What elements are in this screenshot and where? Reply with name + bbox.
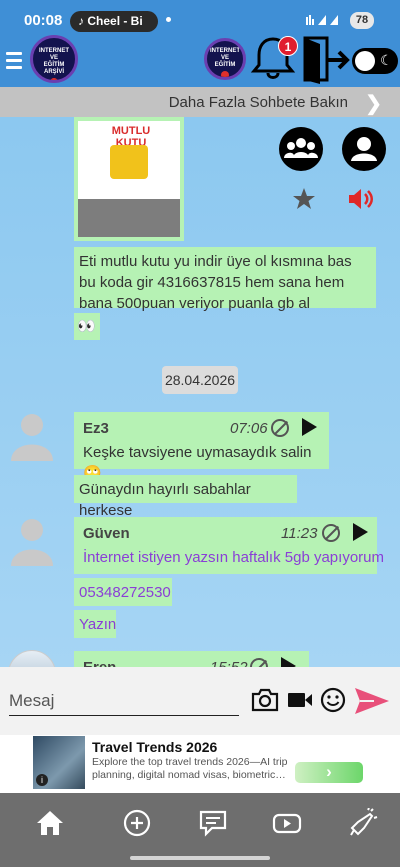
chat-message[interactable]: 👀 <box>74 313 100 340</box>
play-icon[interactable] <box>302 418 317 436</box>
sender-name[interactable]: Güven <box>83 523 130 544</box>
speaker-icon[interactable] <box>347 186 375 212</box>
add-icon[interactable] <box>122 808 152 838</box>
send-icon[interactable] <box>354 686 390 716</box>
message-time: 11:23 <box>281 525 318 542</box>
video-icon[interactable] <box>287 691 313 709</box>
product-box-image <box>110 145 148 179</box>
chat-message[interactable]: Yazın <box>74 610 116 638</box>
profile-button[interactable] <box>342 127 386 171</box>
logout-icon[interactable] <box>302 34 352 86</box>
group-members-button[interactable] <box>279 127 323 171</box>
logo-line-3: EĞİTİM <box>43 62 65 68</box>
signal-icons <box>305 13 347 30</box>
chat-message[interactable]: Eren 15:52 <box>74 651 309 667</box>
home-indicator[interactable] <box>130 856 270 860</box>
ad-description: Explore the top travel trends 2026—AI tr… <box>92 756 288 781</box>
ad-open-button[interactable]: › <box>295 762 363 783</box>
message-text: Eti mutlu kutu yu indir üye ol kısmına b… <box>79 253 352 312</box>
logo-line-2: VE <box>220 55 229 61</box>
chat-icon[interactable] <box>198 808 228 838</box>
message-text: İnternet istiyen yazsın haftalık 5gb yap… <box>83 549 384 566</box>
avatar-icon[interactable] <box>9 516 55 566</box>
more-chats-bar[interactable]: Daha Fazla Sohbete Bakın ❯ <box>0 87 400 117</box>
home-icon[interactable] <box>35 808 65 838</box>
dark-mode-toggle[interactable]: ☾ <box>352 48 398 74</box>
notification-dot-icon <box>166 17 171 22</box>
block-icon[interactable] <box>271 419 289 437</box>
profile-logo[interactable]: INTERNET VE EĞİTİM <box>204 38 246 80</box>
ad-title[interactable]: Travel Trends 2026 <box>92 739 217 755</box>
logo-line-2: VE <box>49 55 58 61</box>
youtube-icon[interactable] <box>272 808 302 838</box>
message-time: 15:52 <box>210 657 248 667</box>
status-app-pill[interactable]: ♪ Cheel - Bi <box>70 11 158 32</box>
wifi-signal-icon <box>306 15 338 25</box>
chat-message[interactable]: Ez3 07:06 Keşke tavsiyene uymasaydık sal… <box>74 412 329 482</box>
chat-message[interactable]: Güven 11:23 İnternet istiyen yazsın haft… <box>74 517 384 574</box>
menu-icon[interactable] <box>6 52 22 70</box>
battery-indicator: 78 <box>350 12 374 29</box>
youtube-mark-icon <box>50 78 58 80</box>
chevron-right-icon: ❯ <box>365 93 382 115</box>
youtube-mark-icon <box>221 71 229 77</box>
user-icon <box>351 137 377 161</box>
block-icon[interactable] <box>322 524 340 542</box>
avatar-photo[interactable] <box>8 650 56 667</box>
bottom-nav <box>0 793 400 867</box>
image-attachment[interactable]: MUTLU KUTU <box>78 121 180 199</box>
ad-banner[interactable]: i Travel Trends 2026 Explore the top tra… <box>0 735 400 793</box>
logo-line-1: INTERNET <box>39 48 69 54</box>
block-icon[interactable] <box>250 658 268 667</box>
chat-message[interactable]: Günaydın hayırlı sabahlar herkese <box>74 475 297 519</box>
sender-name[interactable]: Ez3 <box>83 418 109 439</box>
message-input[interactable] <box>9 686 239 716</box>
date-separator: 28.04.2026 <box>162 366 238 394</box>
chat-message[interactable]: 05348272530 <box>74 578 172 606</box>
message-input-bar <box>0 667 400 735</box>
message-text: Günaydın hayırlı sabahlar herkese <box>79 481 251 519</box>
play-icon[interactable] <box>281 657 296 667</box>
camera-icon[interactable] <box>251 688 279 712</box>
logo-line-1: INTERNET <box>210 48 240 54</box>
message-time: 07:06 <box>230 420 268 437</box>
logo-line-4: ARŞİVİ <box>43 69 64 75</box>
notification-badge: 1 <box>278 36 298 56</box>
star-icon[interactable] <box>292 187 316 211</box>
message-text: 05348272530 <box>79 584 171 601</box>
chat-message[interactable]: Eti mutlu kutu yu indir üye ol kısmına b… <box>74 247 376 312</box>
toggle-knob <box>355 51 375 71</box>
image-caption-line-1: MUTLU <box>111 125 151 137</box>
message-text: 👀 <box>77 318 96 335</box>
group-icon <box>284 138 318 158</box>
channel-logo[interactable]: INTERNET VE EĞİTİM ARŞİVİ <box>30 35 78 83</box>
avatar-icon[interactable] <box>9 411 55 461</box>
message-text: Yazın <box>79 616 117 633</box>
status-app-pill-label: Cheel - Bi <box>87 14 143 28</box>
tiktok-icon: ♪ <box>78 14 84 28</box>
image-message[interactable]: MUTLU KUTU <box>74 117 184 241</box>
more-chats-label: Daha Fazla Sohbete Bakın <box>168 94 348 111</box>
ad-content[interactable]: i Travel Trends 2026 Explore the top tra… <box>33 736 367 789</box>
ad-image[interactable]: i <box>33 736 85 789</box>
emoji-icon[interactable] <box>320 687 346 713</box>
app-bar: INTERNET VE EĞİTİM ARŞİVİ INTERNET VE EĞ… <box>0 35 400 87</box>
chat-area[interactable]: MUTLU KUTU Eti mutlu kutu yu indir üye o… <box>0 117 400 667</box>
megaphone-icon[interactable] <box>348 808 378 838</box>
ad-info-icon[interactable]: i <box>36 774 48 786</box>
sender-name[interactable]: Eren <box>83 657 116 667</box>
moon-icon: ☾ <box>380 52 393 68</box>
play-icon[interactable] <box>353 523 368 541</box>
image-placeholder <box>78 199 180 237</box>
status-time: 00:08 <box>24 12 63 29</box>
logo-line-3: EĞİTİM <box>214 62 236 68</box>
